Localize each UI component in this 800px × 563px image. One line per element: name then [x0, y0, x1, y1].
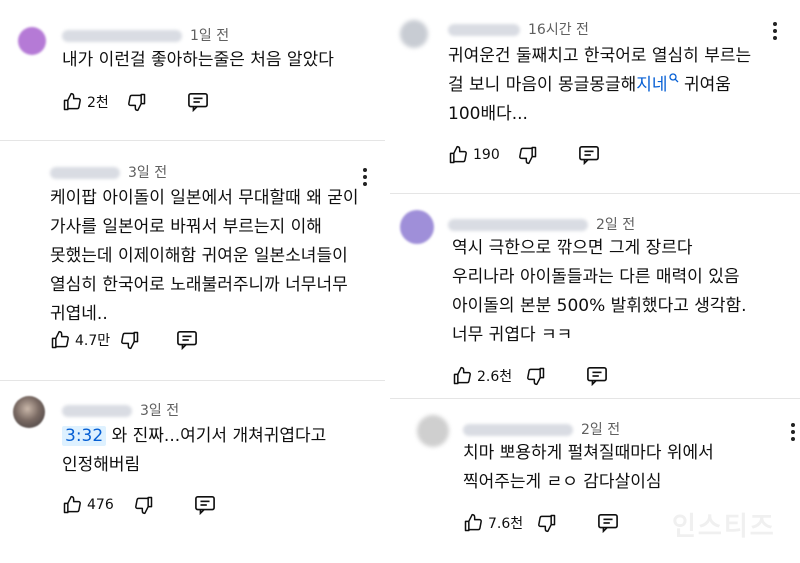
reply-button[interactable] [586, 366, 608, 386]
thumb-up-icon [453, 366, 471, 385]
like-button[interactable]: 476 [62, 495, 114, 515]
timestamp-link[interactable]: 3:32 [62, 426, 107, 446]
dislike-button[interactable] [134, 495, 154, 515]
dislike-button[interactable] [537, 513, 557, 533]
dislike-button[interactable] [127, 92, 147, 112]
dislike-button[interactable] [518, 145, 538, 165]
thumb-up-icon [51, 330, 69, 349]
comment-time: 16시간 전 [528, 22, 589, 38]
username-blurred[interactable] [50, 167, 120, 179]
username-blurred[interactable] [448, 24, 520, 36]
username-blurred[interactable] [62, 405, 132, 417]
comment-5: 2일 전 역시 극한으로 깎으면 그게 장르다 우리나라 아이돌들과는 다른 매… [390, 200, 800, 395]
dislike-button[interactable] [120, 330, 140, 350]
thumb-down-icon [134, 496, 152, 515]
comment-actions: 190 [448, 145, 600, 165]
like-count: 7.6천 [488, 516, 524, 532]
like-button[interactable]: 4.7만 [50, 330, 110, 350]
comment-time: 3일 전 [140, 403, 180, 419]
comment-actions: 4.7만 [50, 330, 198, 350]
thumb-up-icon [63, 495, 81, 514]
reply-icon [587, 367, 608, 386]
thumb-down-icon [538, 514, 556, 533]
reply-icon [187, 93, 208, 112]
comment-meta: 3일 전 [50, 162, 167, 182]
like-button[interactable]: 7.6천 [463, 513, 523, 533]
watermark: 인스티즈 [672, 512, 776, 542]
username-blurred[interactable] [62, 30, 182, 42]
comment-meta: 1일 전 [62, 25, 229, 45]
reply-icon [177, 331, 198, 350]
comment-text: 역시 극한으로 깎으면 그게 장르다 우리나라 아이돌들과는 다른 매력이 있음… [452, 238, 747, 345]
comment-1: 1일 전 내가 이런걸 좋아하는줄은 처음 알았다 2천 [0, 0, 385, 135]
avatar[interactable] [13, 396, 45, 428]
reply-icon [598, 514, 619, 533]
comment-actions: 2.6천 [452, 366, 608, 386]
dislike-button[interactable] [526, 366, 546, 386]
thumb-down-icon [121, 331, 139, 350]
comment-2: 3일 전 케이팝 아이돌이 일본에서 무대할때 왜 굳이 가사를 일본어로 바꿔… [35, 150, 380, 365]
comment-4: 16시간 전 귀여운건 둘째치고 한국어로 열심히 부르는 걸 보니 마음이 몽… [390, 0, 800, 185]
reply-button[interactable] [176, 330, 198, 350]
divider [0, 380, 385, 381]
comment-time: 3일 전 [128, 165, 168, 181]
comment-meta: 2일 전 [463, 419, 620, 439]
reply-button[interactable] [578, 145, 600, 165]
avatar[interactable] [417, 415, 449, 447]
search-link[interactable]: 지네 [636, 73, 679, 95]
avatar[interactable] [400, 210, 434, 244]
more-options-icon[interactable] [772, 22, 778, 42]
like-count: 2.6천 [477, 369, 513, 385]
comment-meta: 16시간 전 [448, 19, 589, 39]
search-icon [668, 73, 679, 83]
divider [390, 398, 800, 399]
like-count: 190 [473, 147, 500, 163]
divider [390, 193, 800, 194]
comment-actions: 7.6천 [463, 513, 619, 533]
reply-button[interactable] [187, 92, 209, 112]
like-count: 476 [87, 497, 114, 513]
comment-text: 케이팝 아이돌이 일본에서 무대할때 왜 굳이 가사를 일본어로 바꿔서 부르는… [50, 188, 359, 324]
thumb-up-icon [449, 145, 467, 164]
like-button[interactable]: 2천 [62, 92, 109, 112]
comment-text: 치마 뽀용하게 펄쳐질때마다 위에서 찍어주는게 ㄹㅇ 감다살이심 [463, 443, 714, 492]
like-button[interactable]: 2.6천 [452, 366, 512, 386]
comment-text: 내가 이런걸 좋아하는줄은 처음 알았다 [62, 50, 334, 70]
thumb-down-icon [518, 146, 536, 165]
like-count: 2천 [87, 95, 109, 111]
divider [0, 140, 385, 141]
thumb-up-icon [464, 513, 482, 532]
reply-icon [194, 496, 215, 515]
comment-text: 귀여운건 둘째치고 한국어로 열심히 부르는 걸 보니 마음이 몽글몽글해지네 … [448, 46, 752, 124]
avatar[interactable] [18, 27, 46, 55]
comment-time: 2일 전 [581, 422, 621, 438]
thumb-down-icon [127, 93, 146, 112]
username-blurred[interactable] [463, 424, 573, 436]
thumb-down-icon [527, 367, 545, 386]
comment-actions: 476 [62, 495, 216, 515]
comment-actions: 2천 [62, 92, 209, 112]
reply-icon [578, 146, 599, 165]
comment-time: 2일 전 [596, 217, 636, 233]
comment-3: 3일 전 3:32 와 진짜...여기서 개쳐귀엽다고 인정해버림 476 [0, 390, 385, 563]
like-count: 4.7만 [75, 333, 111, 349]
thumb-up-icon [63, 92, 81, 111]
comment-meta: 2일 전 [448, 214, 635, 234]
reply-button[interactable] [597, 513, 619, 533]
comment-text: 3:32 와 진짜...여기서 개쳐귀엽다고 인정해버림 [62, 426, 327, 475]
comment-time: 1일 전 [190, 28, 230, 44]
reply-button[interactable] [194, 495, 216, 515]
comment-meta: 3일 전 [62, 400, 179, 420]
username-blurred[interactable] [448, 219, 588, 231]
avatar[interactable] [400, 20, 428, 48]
more-options-icon[interactable] [790, 423, 796, 443]
like-button[interactable]: 190 [448, 145, 500, 165]
more-options-icon[interactable] [362, 168, 368, 188]
